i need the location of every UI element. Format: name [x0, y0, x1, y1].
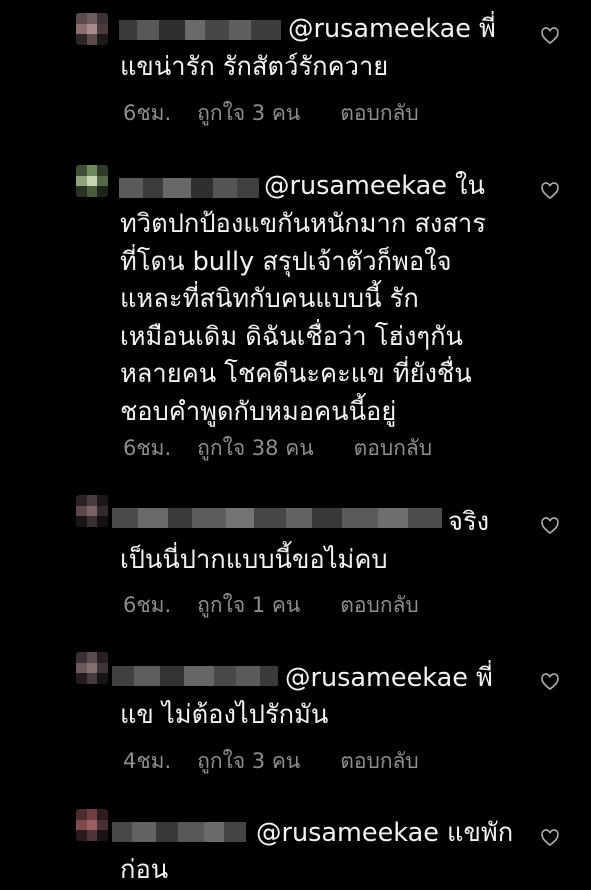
reply-button[interactable]: ตอบกลับ	[354, 432, 433, 465]
comment-text: @rusameekae ใน	[264, 171, 485, 201]
heart-outline-icon[interactable]	[540, 672, 560, 692]
avatar[interactable]	[76, 809, 108, 841]
comment-text: แขน่ารัก รักสัตว์รักควาย	[120, 52, 389, 82]
comment-meta: 6ชม. ถูกใจ 1 คน ตอบกลับ	[123, 589, 419, 622]
like-count[interactable]: ถูกใจ 38 คน	[197, 432, 313, 465]
comment-meta: 6ชม. ถูกใจ 38 คน ตอบกลับ	[123, 432, 432, 465]
timestamp: 6ชม.	[123, 436, 172, 460]
heart-outline-icon[interactable]	[540, 181, 560, 201]
blurred-username[interactable]	[119, 20, 281, 40]
heart-outline-icon[interactable]	[540, 26, 560, 46]
comment-text: @rusameekae แขพัก	[256, 818, 514, 848]
avatar[interactable]	[76, 13, 108, 45]
like-count[interactable]: ถูกใจ 3 คน	[197, 745, 300, 778]
blurred-username[interactable]	[112, 822, 246, 842]
heart-outline-icon[interactable]	[540, 516, 560, 536]
heart-outline-icon[interactable]	[540, 828, 560, 848]
avatar[interactable]	[76, 165, 108, 197]
comment-meta: 6ชม. ถูกใจ 3 คน ตอบกลับ	[123, 97, 419, 130]
reply-button[interactable]: ตอบกลับ	[340, 745, 419, 778]
timestamp: 6ชม.	[123, 593, 172, 617]
reply-button[interactable]: ตอบกลับ	[340, 97, 419, 130]
comment-text: ก่อน	[120, 855, 169, 885]
like-count[interactable]: ถูกใจ 1 คน	[197, 589, 300, 622]
comment-text: แข ไม่ต้องไปรักมัน	[120, 700, 329, 730]
comment-text: ทวิตปกป้องแขกันหนักมาก สงสาร ที่โดน bull…	[120, 209, 486, 427]
timestamp: 6ชม.	[123, 101, 172, 125]
comment-meta: 4ชม. ถูกใจ 3 คน ตอบกลับ	[123, 745, 419, 778]
blurred-username[interactable]	[112, 508, 442, 528]
avatar[interactable]	[76, 495, 108, 527]
comment-text: เป็นนี่ปากแบบนี้ขอไม่คบ	[120, 545, 388, 575]
comment-text: @rusameekae พี่	[288, 14, 496, 44]
avatar[interactable]	[76, 652, 108, 684]
comment-text: จริง	[448, 507, 490, 537]
comment-text: @rusameekae พี่	[285, 663, 493, 693]
blurred-username[interactable]	[112, 666, 278, 686]
like-count[interactable]: ถูกใจ 3 คน	[197, 97, 300, 130]
reply-button[interactable]: ตอบกลับ	[340, 589, 419, 622]
timestamp: 4ชม.	[123, 749, 172, 773]
blurred-username[interactable]	[119, 178, 259, 198]
